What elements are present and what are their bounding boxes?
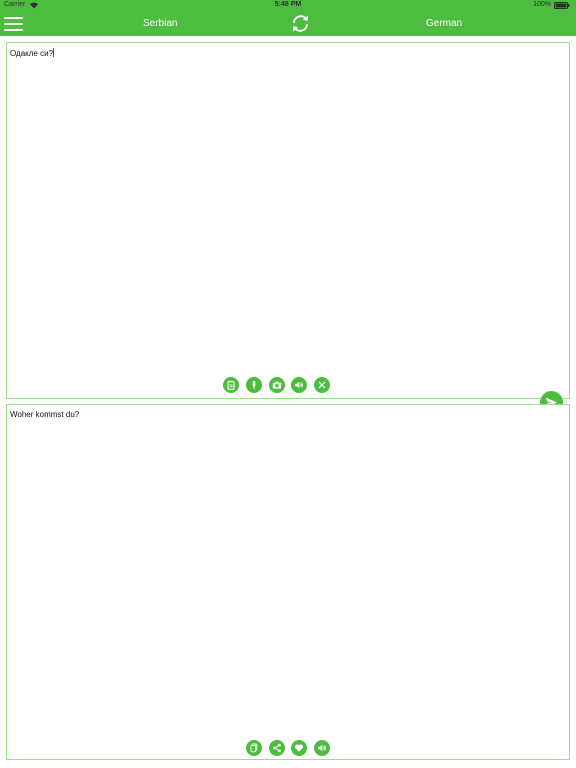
output-panel: Woher kommst du? [6,404,570,760]
status-bar: Carrier 5:48 PM 100% [0,0,576,11]
clipboard-icon [227,380,235,390]
output-text: Woher kommst du? [10,410,80,419]
paste-button[interactable] [223,377,239,393]
favorite-button[interactable] [291,740,307,756]
swap-languages-button[interactable] [290,13,311,34]
hamburger-menu-icon [4,17,23,19]
input-text-area[interactable]: Одакле си? [10,48,55,58]
camera-button[interactable] [269,377,285,393]
speaker-icon [295,381,303,389]
target-language-button[interactable]: German [426,18,462,29]
clear-button[interactable] [314,377,330,393]
speak-output-button[interactable] [314,740,330,756]
speaker-icon [318,744,326,752]
input-panel[interactable]: Одакле си? [6,42,570,399]
navigation-bar: Serbian German [0,11,576,36]
heart-icon [294,744,304,752]
camera-icon [272,381,282,389]
copy-icon [250,743,258,753]
share-icon [273,743,281,753]
menu-button[interactable] [4,14,23,33]
swap-languages-icon [292,15,309,32]
source-language-button[interactable]: Serbian [143,18,177,29]
battery-percentage: 100% [533,1,551,8]
copy-button[interactable] [246,740,262,756]
microphone-icon [252,380,256,389]
voice-input-button[interactable] [246,377,262,393]
share-button[interactable] [269,740,285,756]
battery-icon [554,2,570,9]
status-time: 5:48 PM [274,1,302,8]
speak-input-button[interactable] [291,377,307,393]
input-text: Одакле си? [10,49,54,58]
close-icon [318,381,326,389]
text-cursor [53,48,55,57]
